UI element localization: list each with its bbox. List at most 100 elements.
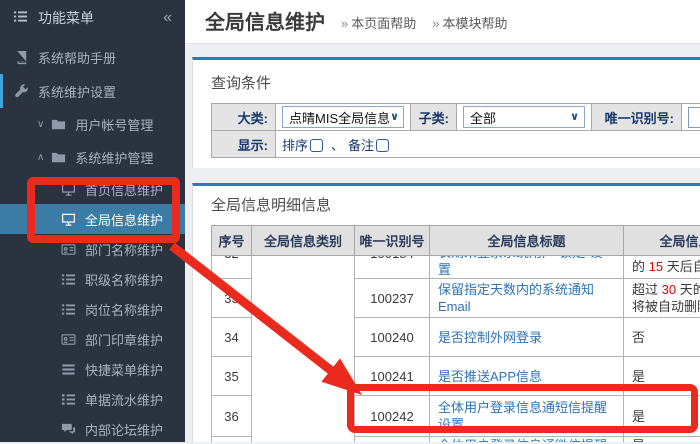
module-help-link[interactable]: »本模块帮助 [432,13,507,34]
sidebar-header: 功能菜单 « [0,0,185,36]
cell-title[interactable]: 全体用户登录信息通微信提醒设置 [430,437,624,443]
query-heading: 查询条件 [211,72,700,93]
cell-title[interactable]: 是否控制外网登录 [430,318,624,357]
page-help-link[interactable]: »本页面帮助 [341,13,416,34]
cell-serial: 33 [212,279,252,318]
chevron-up-icon: ∧ [37,152,44,163]
bars-icon [61,362,76,377]
cell-content: 是 [624,357,700,396]
cell-content: 是 [624,396,700,437]
sidebar-item-全局信息维护[interactable]: 全局信息维护 [0,204,185,234]
main-content: 全局信息维护 »本页面帮助 »本模块帮助 查询条件 大类: 点晴MIS全局信息∨… [185,0,700,442]
cell-content: 的 15 天后自动 [624,256,700,279]
display-label: 显示: [212,131,276,158]
sort-checkbox[interactable] [310,139,323,152]
sidebar-item-职级名称维护[interactable]: 职级名称维护 [0,264,185,294]
cell-title[interactable]: 全体用户登录信息通短信提醒设置 [430,396,624,437]
sidebar: 功能菜单 « 系统帮助手册系统维护设置 ∨ 用户帐号管理 ∧ 系统维护管理首页信息维护全… [0,0,185,442]
sidebar-item-部门名称维护[interactable]: 部门名称维护 [0,234,185,264]
sidebar-item-label: 首页信息维护 [85,180,163,199]
sidebar-item-用户帐号管理[interactable]: ∨ 用户帐号管理 [0,108,185,141]
list-icon [61,272,76,287]
cell-uid: 100241 [355,357,430,396]
cell-category [252,256,355,443]
sidebar-item-label: 单据流水维护 [85,390,163,409]
list-icon [61,302,76,317]
monitor-icon [61,212,76,227]
column-header: 唯一识别号 [355,226,430,256]
sidebar-item-系统维护设置[interactable]: 系统维护设置 [0,74,185,108]
major-category-select[interactable]: 点晴MIS全局信息∨ [282,106,404,128]
separator: 、 [331,138,344,153]
sidebar-item-label: 快捷菜单维护 [85,360,163,379]
sidebar-item-label: 系统维护管理 [75,148,153,167]
folder-icon [51,150,66,165]
sidebar-item-首页信息维护[interactable]: 首页信息维护 [0,174,185,204]
wrench-icon [14,84,29,99]
sidebar-item-label: 全局信息维护 [85,210,163,229]
sidebar-item-label: 内部论坛维护 [85,420,163,439]
idcard-icon [61,242,76,257]
cell-uid: 100184 [355,256,430,279]
cell-content: 否 [624,318,700,357]
comments-icon [61,422,76,437]
cell-title[interactable]: 是否推送APP信息 [430,357,624,396]
cell-title[interactable]: 保留指定天数内的系统通知Email [430,279,624,318]
query-form: 大类: 点晴MIS全局信息∨ 子类: 全部∨ 唯一识别号: [211,103,700,158]
cell-serial [212,437,252,443]
detail-panel: 全局信息明细信息 序号全局信息类别唯一识别号全局信息标题全局信息内容 32 100… [192,183,700,442]
cell-serial: 35 [212,357,252,396]
major-category-label: 大类: [212,104,276,131]
query-panel: 查询条件 大类: 点晴MIS全局信息∨ 子类: 全部∨ 唯一识别号: [192,57,700,168]
column-header: 全局信息内容 [624,226,700,256]
chevron-down-icon: ∨ [390,112,399,123]
sidebar-item-label: 部门印章维护 [85,330,163,349]
monitor-icon [61,182,76,197]
chevrons-right-icon: » [432,16,439,31]
cell-content: 是 [624,437,700,443]
sidebar-item-内部论坛维护[interactable]: 内部论坛维护 [0,414,185,444]
sub-category-select[interactable]: 全部∨ [463,106,585,128]
cell-uid: 100237 [355,279,430,318]
collapse-icon[interactable]: « [163,9,172,27]
remark-label: 备注 [348,138,374,153]
cell-serial: 32 [212,256,252,279]
column-header: 序号 [212,226,252,256]
column-header: 全局信息标题 [430,226,624,256]
sidebar-item-label: 用户帐号管理 [75,115,153,134]
sidebar-item-单据流水维护[interactable]: 单据流水维护 [0,384,185,414]
sidebar-item-label: 部门名称维护 [85,240,163,259]
chevron-down-icon: ∨ [37,119,44,130]
sort-label: 排序 [282,138,308,153]
sub-category-label: 子类: [411,104,457,131]
sidebar-item-快捷菜单维护[interactable]: 快捷菜单维护 [0,354,185,384]
sidebar-item-label: 岗位名称维护 [85,300,163,319]
cell-uid: 100240 [355,318,430,357]
idcard-icon [61,332,76,347]
sidebar-item-label: 系统帮助手册 [38,48,116,67]
remark-checkbox[interactable] [376,139,389,152]
folder-icon [51,117,66,132]
uid-input[interactable] [688,107,700,128]
book-icon [14,50,29,65]
page-header: 全局信息维护 »本页面帮助 »本模块帮助 [185,0,700,44]
sidebar-title: 功能菜单 [38,8,94,28]
menu-list-icon [13,9,28,27]
table-row: 32 100184长期未登录系统用户“锁定”设置的 15 天后自动 [212,256,700,279]
sidebar-item-系统维护管理[interactable]: ∧ 系统维护管理 [0,141,185,174]
sidebar-item-岗位名称维护[interactable]: 岗位名称维护 [0,294,185,324]
sidebar-nav: 系统帮助手册系统维护设置 ∨ 用户帐号管理 ∧ 系统维护管理首页信息维护全局信息维护部门… [0,40,185,444]
sidebar-item-系统帮助手册[interactable]: 系统帮助手册 [0,40,185,74]
cell-uid: 100242 [355,396,430,437]
column-header: 全局信息类别 [252,226,355,256]
cell-uid [355,437,430,443]
chevron-down-icon: ∨ [570,112,579,123]
detail-table: 序号全局信息类别唯一识别号全局信息标题全局信息内容 32 100184长期未登录系… [211,225,700,442]
sidebar-item-部门印章维护[interactable]: 部门印章维护 [0,324,185,354]
cell-title[interactable]: 长期未登录系统用户“锁定”设置 [430,256,624,279]
cell-content: 超过 30 天的系将被自动删除 [624,279,700,318]
cell-serial: 34 [212,318,252,357]
detail-heading: 全局信息明细信息 [211,194,700,215]
sidebar-item-label: 职级名称维护 [85,270,163,289]
chevrons-right-icon: » [341,16,348,31]
